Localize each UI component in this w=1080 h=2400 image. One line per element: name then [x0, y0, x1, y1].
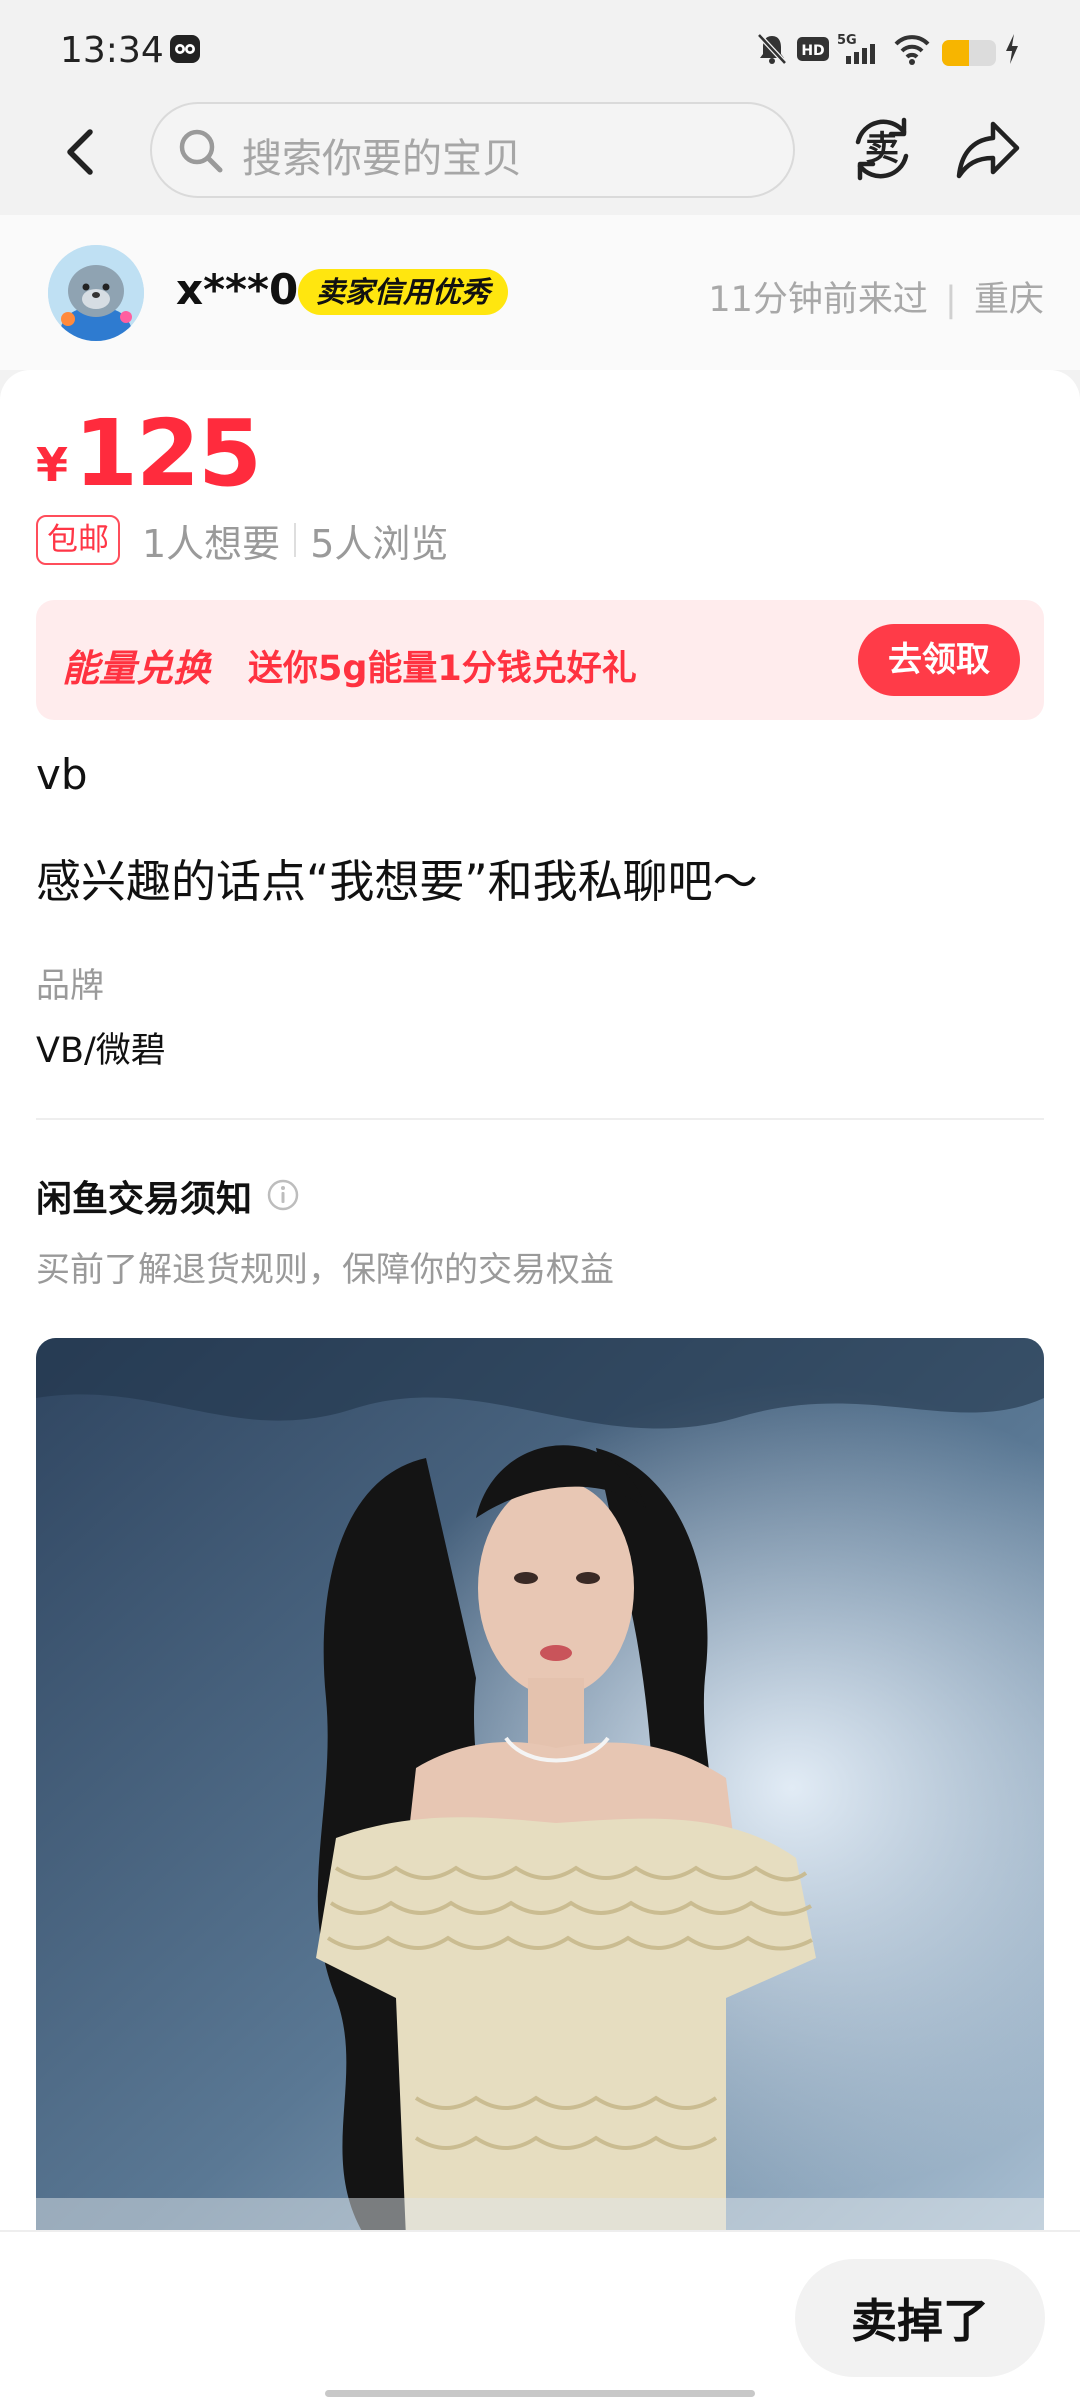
item-description: 感兴趣的话点“我想要”和我私聊吧～	[36, 855, 758, 908]
bottom-action-bar: 卖掉了	[0, 2230, 1080, 2400]
back-icon[interactable]	[52, 122, 112, 182]
network-label: 5G	[837, 33, 857, 48]
search-placeholder: 搜索你要的宝贝	[242, 136, 522, 182]
product-photo-image	[36, 1338, 1044, 2238]
battery-fill	[942, 40, 969, 66]
item-stats: 包邮 1人想要 5人浏览	[36, 512, 448, 568]
mute-bell-icon	[757, 33, 787, 65]
search-icon	[179, 129, 223, 173]
sell-label: 卖	[865, 129, 899, 169]
sold-button[interactable]: 卖掉了	[795, 2259, 1045, 2377]
section-divider	[36, 1118, 1044, 1120]
trade-notice-subtitle: 买前了解退货规则，保障你的交易权益	[36, 1250, 614, 1290]
home-indicator[interactable]	[325, 2390, 755, 2397]
seller-activity: 11分钟前来过 | 重庆	[708, 271, 1044, 322]
price-value: 125	[74, 400, 262, 507]
claim-button[interactable]: 去领取	[858, 624, 1020, 696]
search-input[interactable]: 搜索你要的宝贝	[150, 102, 795, 198]
seal-avatar-icon	[48, 245, 144, 341]
sell-exchange-icon[interactable]: 卖	[846, 112, 918, 184]
energy-banner-title: 能量兑换	[62, 647, 210, 690]
seller-meta-separator: |	[945, 280, 957, 320]
status-time: 13:34	[60, 30, 164, 71]
energy-banner-text: 送你5g能量1分钱兑好礼	[248, 649, 637, 689]
seller-last-seen: 11分钟前来过	[708, 280, 928, 320]
price-currency: ¥	[36, 438, 69, 492]
stats-divider	[294, 523, 297, 557]
charging-icon	[1006, 34, 1018, 64]
hd-label: HD	[801, 43, 824, 59]
item-price: ¥125	[36, 400, 262, 507]
share-icon[interactable]	[953, 114, 1023, 184]
item-detail-card: ¥125 包邮 1人想要 5人浏览 能量兑换 送你5g能量1分钱兑好礼 去领取 …	[0, 370, 1080, 2238]
wifi-icon	[894, 35, 930, 65]
5g-signal-icon: 5G	[837, 33, 875, 64]
top-nav-bar: 搜索你要的宝贝 卖	[0, 100, 1080, 215]
seller-location: 重庆	[973, 280, 1044, 320]
energy-exchange-banner[interactable]: 能量兑换 送你5g能量1分钱兑好礼 去领取	[36, 600, 1044, 720]
seller-name[interactable]: x***0	[176, 265, 298, 314]
hd-icon: HD	[797, 37, 829, 61]
item-photo[interactable]	[36, 1338, 1044, 2238]
battery-icon	[942, 40, 996, 66]
trade-notice-title[interactable]: 闲鱼交易须知	[36, 1170, 252, 1222]
free-shipping-tag: 包邮	[36, 515, 120, 565]
item-title: vb	[36, 750, 88, 799]
info-icon[interactable]	[266, 1178, 300, 1212]
brand-label: 品牌	[36, 966, 104, 1006]
seller-info[interactable]: x***0 卖家信用优秀 11分钟前来过 | 重庆	[0, 215, 1080, 370]
seller-credit-badge: 卖家信用优秀	[298, 269, 509, 315]
brand-value: VB/微碧	[36, 1031, 166, 1071]
status-bar: 13:34 HD 5G	[0, 0, 1080, 100]
wants-count: 1人想要	[142, 521, 281, 566]
seller-avatar[interactable]	[48, 245, 144, 341]
app-notification-icon	[170, 35, 200, 63]
views-count: 5人浏览	[310, 521, 449, 566]
